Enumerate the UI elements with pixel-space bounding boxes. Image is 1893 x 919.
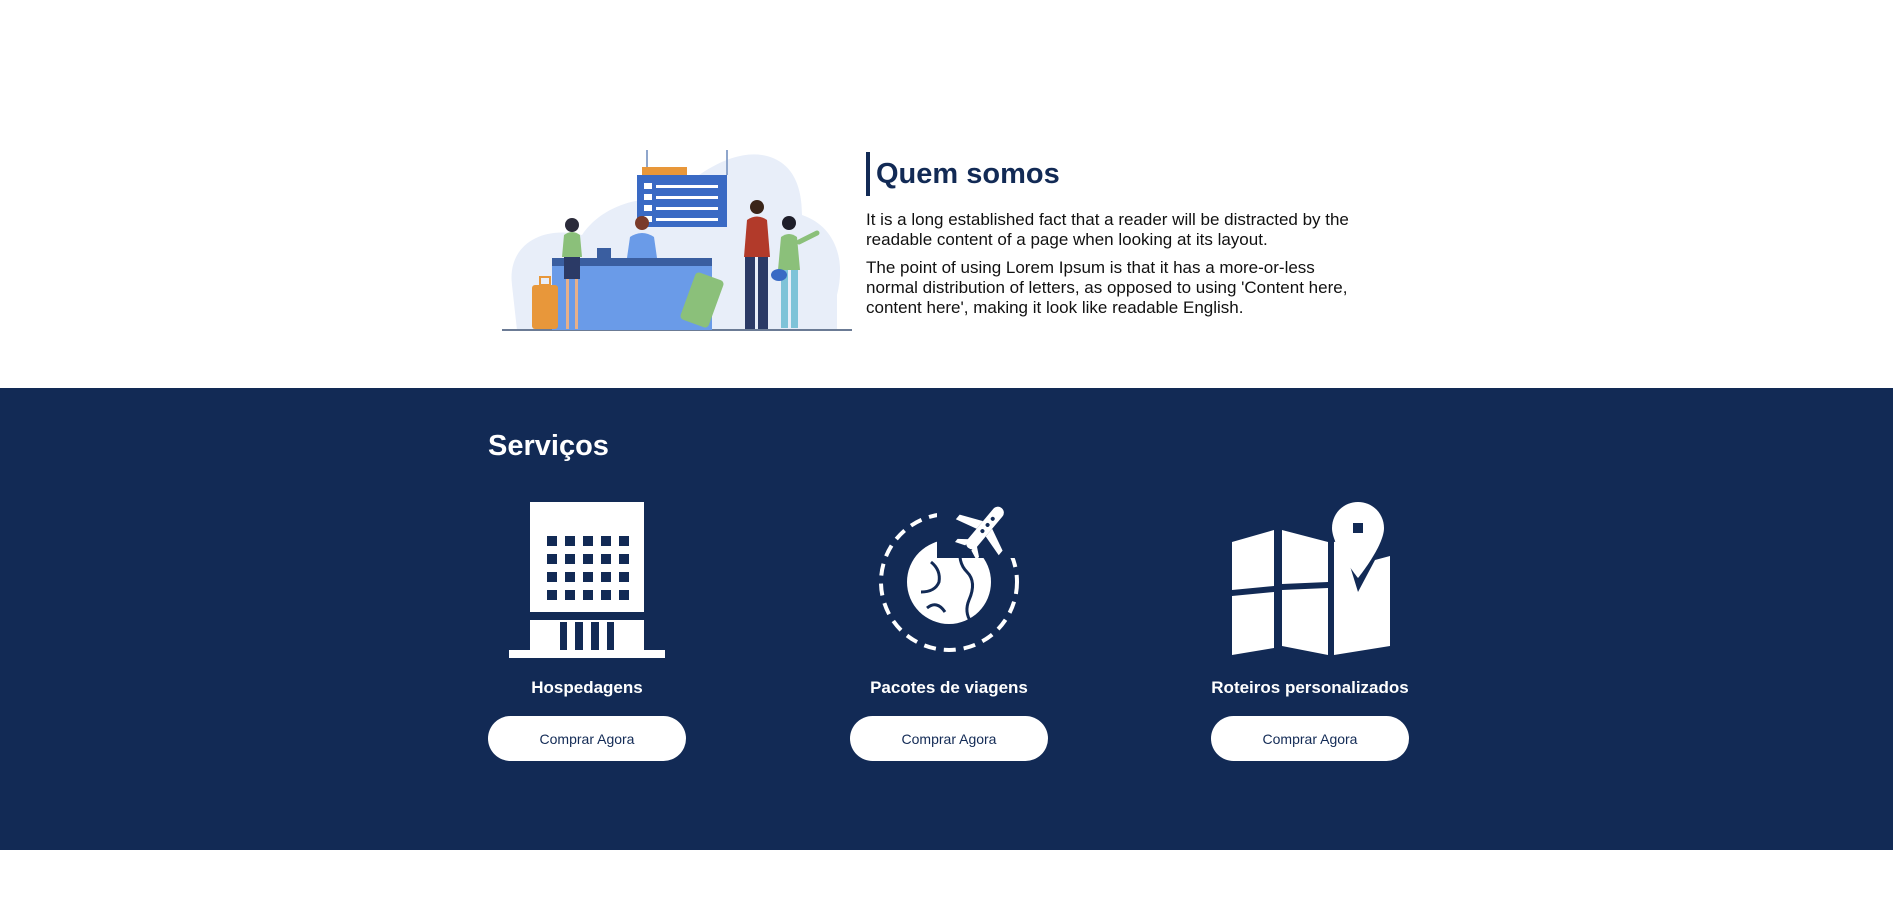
about-section: Quem somos It is a long established fact… bbox=[0, 0, 1893, 388]
buy-now-button[interactable]: Comprar Agora bbox=[488, 716, 686, 761]
service-card-pacotes: Pacotes de viagens Comprar Agora bbox=[850, 500, 1048, 761]
services-title: Serviços bbox=[488, 430, 609, 462]
airport-check-in-illustration bbox=[502, 150, 852, 331]
services-section: Serviços Hospedagens Comprar Agora Pacot… bbox=[0, 388, 1893, 850]
service-card-roteiros: Roteiros personalizados Comprar Agora bbox=[1211, 500, 1409, 761]
service-name: Roteiros personalizados bbox=[1211, 678, 1409, 697]
about-title: Quem somos bbox=[866, 152, 1366, 196]
service-name: Pacotes de viagens bbox=[870, 678, 1028, 697]
service-card-hospedagens: Hospedagens Comprar Agora bbox=[488, 500, 686, 761]
about-paragraph-2: The point of using Lorem Ipsum is that i… bbox=[866, 258, 1348, 317]
map-pin-icon bbox=[1232, 502, 1390, 655]
about-text: Quem somos It is a long established fact… bbox=[866, 152, 1366, 326]
service-name: Hospedagens bbox=[531, 678, 643, 697]
about-paragraph-1: It is a long established fact that a rea… bbox=[866, 210, 1349, 249]
buy-now-button[interactable]: Comprar Agora bbox=[850, 716, 1048, 761]
buy-now-button[interactable]: Comprar Agora bbox=[1211, 716, 1409, 761]
hotel-building-icon bbox=[509, 502, 665, 658]
globe-airplane-icon bbox=[879, 502, 1027, 652]
